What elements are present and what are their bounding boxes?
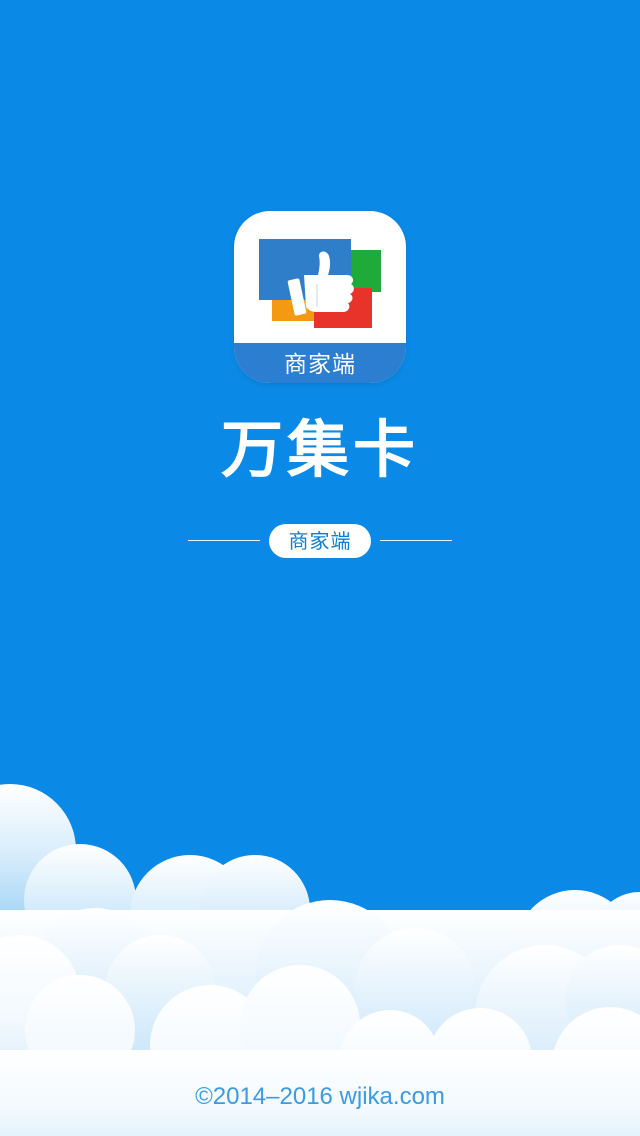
app-title: 万集卡 bbox=[220, 413, 419, 486]
icon-label: 商家端 bbox=[284, 352, 356, 378]
splash-screen: 商家端 万集卡 商家端 ©2014–2016 wjika.com bbox=[0, 0, 640, 1136]
clouds-illustration bbox=[0, 784, 640, 1136]
subtitle-badge: 商家端 bbox=[269, 524, 371, 558]
app-logo: 商家端 bbox=[234, 211, 406, 383]
divider-left bbox=[188, 540, 260, 541]
copyright-text: ©2014–2016 wjika.com bbox=[195, 1083, 445, 1110]
divider-right bbox=[380, 540, 452, 541]
